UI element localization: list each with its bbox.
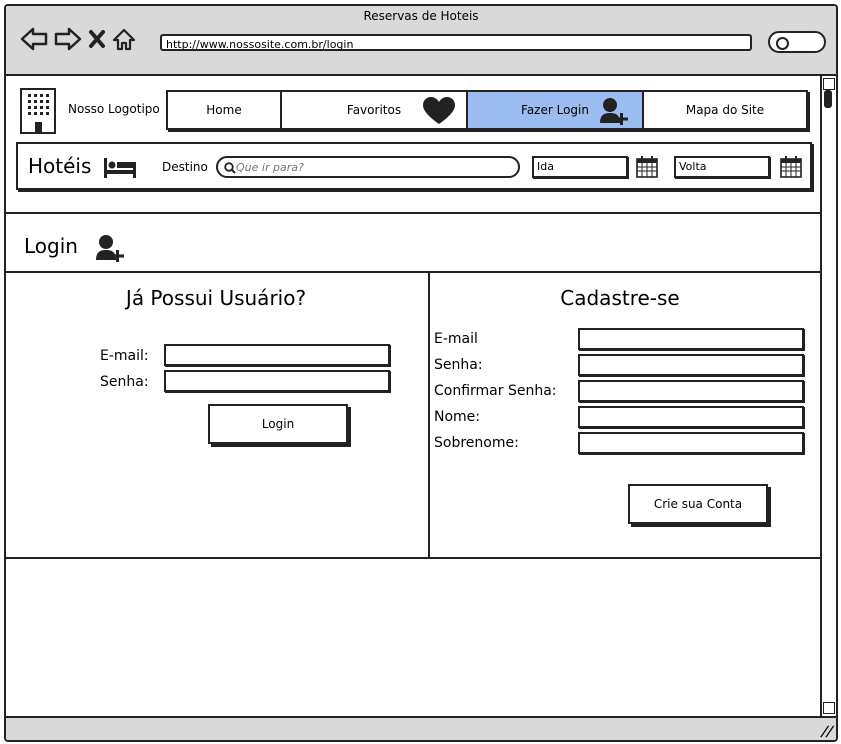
scroll-up-icon[interactable]	[823, 78, 835, 90]
home-icon[interactable]	[112, 27, 136, 51]
search-icon	[224, 162, 236, 174]
divider-line	[6, 212, 820, 214]
register-confirmar-label: Confirmar Senha:	[434, 383, 557, 399]
register-heading: Cadastre-se	[560, 286, 680, 310]
register-confirmar-field[interactable]	[578, 380, 804, 402]
register-sobrenome-label: Sobrenome:	[434, 435, 519, 451]
volta-field[interactable]: Volta	[674, 156, 770, 178]
menu-item-home[interactable]: Home	[168, 92, 282, 128]
hotel-search-bar: Hotéis Destino Ida Volta	[16, 142, 812, 190]
search-icon	[776, 37, 789, 50]
resize-grip-icon[interactable]: //	[819, 724, 835, 740]
menu-item-favoritos[interactable]: Favoritos	[282, 92, 468, 128]
register-email-field[interactable]	[578, 328, 804, 350]
divider-line	[6, 557, 820, 559]
login-email-input[interactable]	[166, 347, 388, 366]
destino-label: Destino	[162, 160, 208, 174]
login-email-field[interactable]	[164, 344, 390, 366]
login-email-label: E-mail:	[100, 348, 149, 364]
main-menu: Home Favoritos Fazer Login Mapa do Site	[166, 90, 808, 130]
browser-search[interactable]	[768, 31, 826, 53]
url-bar[interactable]: http://www.nossosite.com.br/login	[160, 34, 752, 51]
login-senha-label: Senha:	[100, 374, 149, 390]
page-title: Login	[24, 234, 78, 258]
register-nome-field[interactable]	[578, 406, 804, 428]
scroll-down-icon[interactable]	[823, 702, 835, 714]
browser-chrome: Reservas de Hoteis http://www.nossosite.…	[6, 6, 836, 76]
register-senha-label: Senha:	[434, 357, 483, 373]
forward-icon[interactable]	[54, 27, 82, 51]
page-content: Nosso Logotipo Home Favoritos Fazer Logi…	[6, 76, 820, 716]
login-heading: Já Possui Usuário?	[125, 286, 307, 310]
destino-field[interactable]	[216, 156, 520, 178]
create-account-button[interactable]: Crie sua Conta	[628, 484, 768, 524]
register-nome-label: Nome:	[434, 409, 481, 425]
vertical-scrollbar[interactable]	[820, 76, 836, 716]
menu-item-mapa-do-site[interactable]: Mapa do Site	[644, 92, 806, 128]
window-title: Reservas de Hoteis	[363, 9, 479, 23]
brand-title: Hotéis	[28, 154, 92, 178]
heart-icon	[423, 97, 455, 124]
building-logo-icon	[20, 88, 56, 134]
status-bar: //	[6, 716, 836, 740]
divider-line	[6, 271, 820, 273]
ida-field[interactable]: Ida	[532, 156, 628, 178]
calendar-icon[interactable]	[780, 156, 802, 178]
register-email-input[interactable]	[580, 331, 802, 350]
login-senha-input[interactable]	[166, 373, 388, 392]
login-button[interactable]: Login	[208, 404, 348, 444]
destino-input[interactable]	[236, 159, 506, 175]
register-confirmar-input[interactable]	[580, 383, 802, 402]
register-senha-input[interactable]	[580, 357, 802, 376]
bed-icon	[104, 158, 136, 178]
column-divider	[428, 273, 430, 557]
calendar-icon[interactable]	[636, 156, 658, 178]
scroll-thumb[interactable]	[824, 90, 832, 108]
register-sobrenome-input[interactable]	[580, 435, 802, 454]
user-add-icon	[96, 235, 124, 262]
register-nome-input[interactable]	[580, 409, 802, 428]
login-senha-field[interactable]	[164, 370, 390, 392]
close-icon[interactable]	[88, 29, 106, 49]
logo-text: Nosso Logotipo	[68, 102, 160, 116]
menu-item-fazer-login[interactable]: Fazer Login	[468, 92, 644, 128]
back-icon[interactable]	[20, 27, 48, 51]
browser-window: Reservas de Hoteis http://www.nossosite.…	[4, 4, 838, 742]
register-senha-field[interactable]	[578, 354, 804, 376]
user-add-icon	[600, 98, 628, 125]
register-sobrenome-field[interactable]	[578, 432, 804, 454]
browser-nav	[20, 26, 136, 52]
register-email-label: E-mail	[434, 331, 478, 347]
